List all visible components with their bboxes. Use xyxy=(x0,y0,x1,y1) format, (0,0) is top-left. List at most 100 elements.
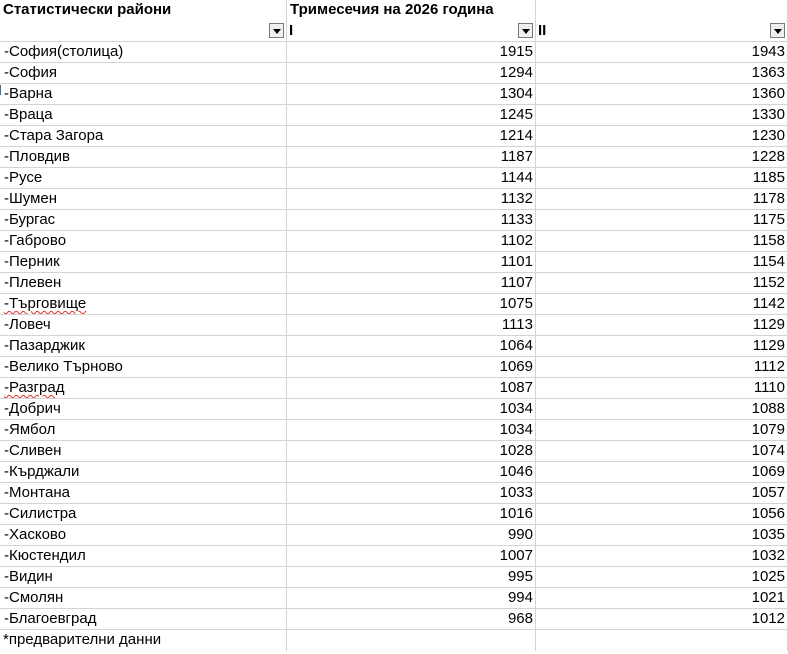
table-row-region[interactable]: -Благоевград xyxy=(0,609,287,630)
table-row-q2-value[interactable]: 1079 xyxy=(536,420,788,441)
table-row-q2-value[interactable]: 1025 xyxy=(536,567,788,588)
table-row-q2-value[interactable]: 1228 xyxy=(536,147,788,168)
table-row-q2-value[interactable]: 1230 xyxy=(536,126,788,147)
region-name: -Кюстендил xyxy=(4,547,86,564)
empty-cell[interactable] xyxy=(287,630,536,651)
table-row-region[interactable]: -Хасково xyxy=(0,525,287,546)
table-row-region[interactable]: -Кърджали xyxy=(0,462,287,483)
table-row-q1-value[interactable]: 1033 xyxy=(287,483,536,504)
table-row-region[interactable]: -Ямбол xyxy=(0,420,287,441)
table-row-q2-value[interactable]: 1110 xyxy=(536,378,788,399)
table-row-q1-value[interactable]: 1133 xyxy=(287,210,536,231)
table-row-region[interactable]: -Русе xyxy=(0,168,287,189)
table-row-q1-value[interactable]: 994 xyxy=(287,588,536,609)
header-quarters[interactable]: Тримесечия на 2026 година xyxy=(287,0,536,21)
table-row-region[interactable]: -Смолян xyxy=(0,588,287,609)
table-row-region[interactable]: -Стара Загора xyxy=(0,126,287,147)
table-row-region[interactable]: -Варна xyxy=(0,84,287,105)
table-row-q1-value[interactable]: 1046 xyxy=(287,462,536,483)
table-row-q2-value[interactable]: 1178 xyxy=(536,189,788,210)
table-row-q1-value[interactable]: 1101 xyxy=(287,252,536,273)
table-row-q2-value[interactable]: 1175 xyxy=(536,210,788,231)
table-row-q1-value[interactable]: 1304 xyxy=(287,84,536,105)
header-region[interactable]: Статистически райони xyxy=(0,0,287,21)
table-row-region[interactable]: -Кюстендил xyxy=(0,546,287,567)
table-row-q2-value[interactable]: 1330 xyxy=(536,105,788,126)
dropdown-arrow-icon[interactable] xyxy=(518,23,533,38)
table-row-q2-value[interactable]: 1360 xyxy=(536,84,788,105)
table-row-q2-value[interactable]: 1142 xyxy=(536,294,788,315)
table-row-q1-value[interactable]: 995 xyxy=(287,567,536,588)
dropdown-arrow-icon[interactable] xyxy=(269,23,284,38)
table-row-q1-value[interactable]: 1214 xyxy=(287,126,536,147)
empty-cell[interactable] xyxy=(536,630,788,651)
table-row-q2-value[interactable]: 1112 xyxy=(536,357,788,378)
table-row-q2-value[interactable]: 1056 xyxy=(536,504,788,525)
table-row-q1-value[interactable]: 1016 xyxy=(287,504,536,525)
table-row-q2-value[interactable]: 1129 xyxy=(536,336,788,357)
table-row-q2-value[interactable]: 1069 xyxy=(536,462,788,483)
filter-cell-region[interactable] xyxy=(0,21,287,42)
header-empty[interactable] xyxy=(536,0,788,21)
filter-cell-q2[interactable]: II xyxy=(536,21,788,42)
table-row-q2-value[interactable]: 1152 xyxy=(536,273,788,294)
table-row-q1-value[interactable]: 1107 xyxy=(287,273,536,294)
table-row-region[interactable]: -София xyxy=(0,63,287,84)
table-row-q1-value[interactable]: 1132 xyxy=(287,189,536,210)
table-row-q2-value[interactable]: 1129 xyxy=(536,315,788,336)
table-row-region[interactable]: -Плевен xyxy=(0,273,287,294)
table-row-q1-value[interactable]: 1245 xyxy=(287,105,536,126)
table-row-region[interactable]: -Видин xyxy=(0,567,287,588)
table-row-q1-value[interactable]: 1064 xyxy=(287,336,536,357)
table-row-q1-value[interactable]: 1915 xyxy=(287,42,536,63)
table-row-region[interactable]: -Разград xyxy=(0,378,287,399)
region-name: -Перник xyxy=(4,253,60,270)
table-row-q1-value[interactable]: 990 xyxy=(287,525,536,546)
table-row-q2-value[interactable]: 1032 xyxy=(536,546,788,567)
table-row-q1-value[interactable]: 1294 xyxy=(287,63,536,84)
table-row-region[interactable]: -Пазарджик xyxy=(0,336,287,357)
table-row-region[interactable]: -Шумен xyxy=(0,189,287,210)
table-row-q2-value[interactable]: 1943 xyxy=(536,42,788,63)
table-row-region[interactable]: -София(столица) xyxy=(0,42,287,63)
table-row-q1-value[interactable]: 1028 xyxy=(287,441,536,462)
table-row-q1-value[interactable]: 1102 xyxy=(287,231,536,252)
table-row-q1-value[interactable]: 1144 xyxy=(287,168,536,189)
table-row-q2-value[interactable]: 1363 xyxy=(536,63,788,84)
table-row-q2-value[interactable]: 1035 xyxy=(536,525,788,546)
table-row-region[interactable]: -Сливен xyxy=(0,441,287,462)
dropdown-arrow-icon[interactable] xyxy=(770,23,785,38)
table-row-q1-value[interactable]: 1069 xyxy=(287,357,536,378)
table-row-region[interactable]: -Ловеч xyxy=(0,315,287,336)
table-row-q1-value[interactable]: 968 xyxy=(287,609,536,630)
table-row-region[interactable]: -Велико Търново xyxy=(0,357,287,378)
table-row-q2-value[interactable]: 1057 xyxy=(536,483,788,504)
table-row-q2-value[interactable]: 1074 xyxy=(536,441,788,462)
table-row-q2-value[interactable]: 1158 xyxy=(536,231,788,252)
table-row-region[interactable]: -Габрово xyxy=(0,231,287,252)
table-row-region[interactable]: -Бургас xyxy=(0,210,287,231)
table-row-q1-value[interactable]: 1034 xyxy=(287,420,536,441)
table-row-q1-value[interactable]: 1007 xyxy=(287,546,536,567)
table-row-q1-value[interactable]: 1187 xyxy=(287,147,536,168)
table-row-region[interactable]: -Силистра xyxy=(0,504,287,525)
table-row-q1-value[interactable]: 1075 xyxy=(287,294,536,315)
spreadsheet: Статистически райони Тримесечия на 2026 … xyxy=(0,0,788,654)
table-row-q2-value[interactable]: 1021 xyxy=(536,588,788,609)
table-row-q1-value[interactable]: 1034 xyxy=(287,399,536,420)
table-row-q2-value[interactable]: 1012 xyxy=(536,609,788,630)
filter-cell-q1[interactable]: I xyxy=(287,21,536,42)
table-row-region[interactable]: -Враца xyxy=(0,105,287,126)
table-row-q2-value[interactable]: 1185 xyxy=(536,168,788,189)
table-row-region[interactable]: -Монтана xyxy=(0,483,287,504)
table-row-region[interactable]: -Търговище xyxy=(0,294,287,315)
region-name: -София xyxy=(4,64,58,81)
table-row-q1-value[interactable]: 1087 xyxy=(287,378,536,399)
table-row-q1-value[interactable]: 1113 xyxy=(287,315,536,336)
table-row-q2-value[interactable]: 1154 xyxy=(536,252,788,273)
table-row-region[interactable]: -Пловдив xyxy=(0,147,287,168)
footnote[interactable]: *предварителни данни xyxy=(0,630,287,651)
table-row-q2-value[interactable]: 1088 xyxy=(536,399,788,420)
table-row-region[interactable]: -Добрич xyxy=(0,399,287,420)
table-row-region[interactable]: -Перник xyxy=(0,252,287,273)
